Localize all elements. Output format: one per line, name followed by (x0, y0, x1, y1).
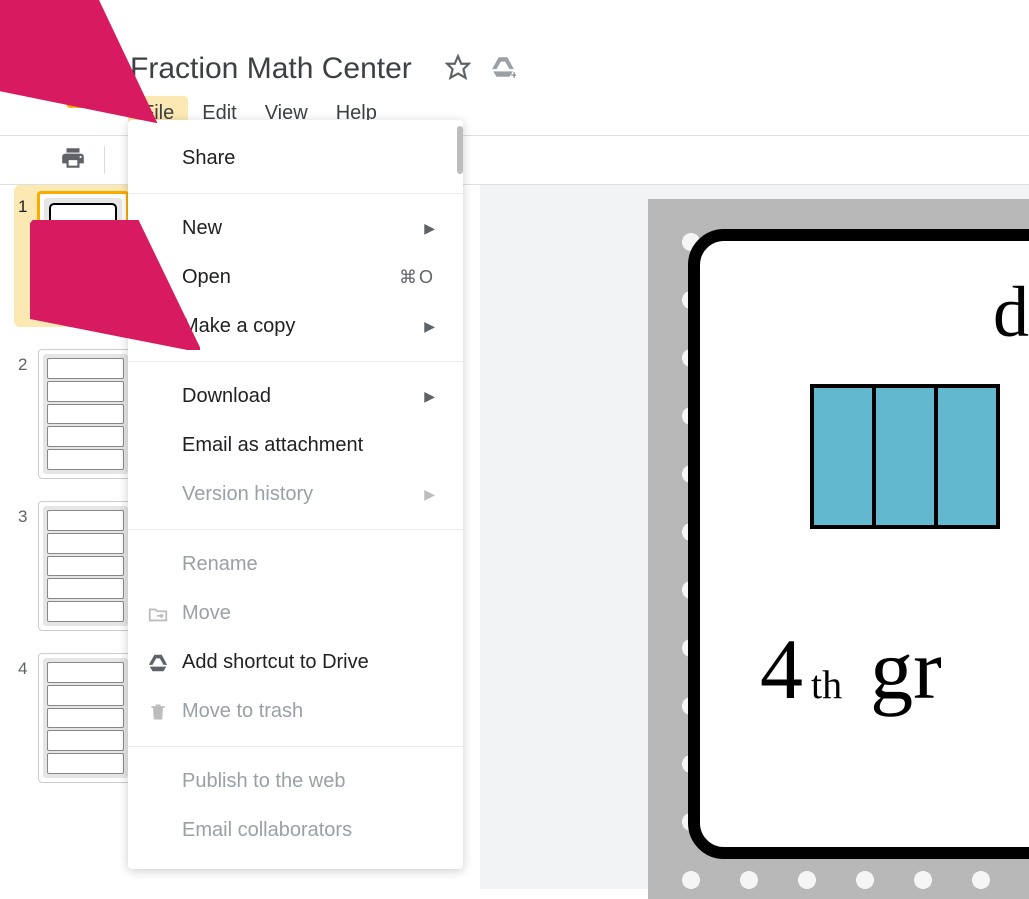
move-icon (146, 602, 170, 626)
submenu-arrow-icon: ▶ (424, 388, 435, 405)
thumbnail-preview (38, 501, 133, 631)
grade-sup: th (811, 661, 842, 708)
thumbnail-4[interactable]: 4 (18, 653, 133, 783)
menu-move-to-trash: Move to trash (128, 687, 463, 736)
fraction-cell (814, 388, 876, 525)
menu-rename: Rename (128, 540, 463, 589)
menu-separator (128, 746, 463, 747)
slide-title-text: digita (820, 271, 1029, 354)
grade-num: 4 (760, 619, 803, 719)
thumbnail-3[interactable]: 3 (18, 501, 133, 631)
toolbar-divider (104, 146, 105, 174)
menu-share[interactable]: Share (128, 134, 463, 183)
menu-label: Download (182, 385, 271, 408)
drive-icon (146, 651, 170, 675)
submenu-arrow-icon: ▶ (424, 486, 435, 503)
fraction-cell (938, 388, 996, 525)
menu-label: Move to trash (182, 700, 303, 723)
slide-card: digita 4th gr (688, 229, 1029, 859)
menu-label: Add shortcut to Drive (182, 651, 369, 674)
menu-separator (128, 193, 463, 194)
header: Fraction Math Center + File Edit View He… (50, 40, 1029, 120)
thumbnail-2[interactable]: 2 (18, 349, 133, 479)
menu-separator (128, 529, 463, 530)
submenu-arrow-icon: ▶ (424, 318, 435, 335)
menu-email-attachment[interactable]: Email as attachment (128, 421, 463, 470)
svg-text:+: + (511, 68, 516, 80)
thumbnail-number: 4 (18, 653, 38, 783)
slide-canvas[interactable]: digita 4th gr (480, 185, 1029, 889)
grade-rest: gr (870, 619, 942, 719)
thumbnail-preview (38, 653, 133, 783)
fraction-cell (876, 388, 938, 525)
menu-label: Email collaborators (182, 819, 352, 842)
menu-shortcut: ⌘O (399, 267, 435, 288)
menu-version-history: Version history ▶ (128, 470, 463, 519)
document-title[interactable]: Fraction Math Center (130, 52, 412, 86)
menu-label: Version history (182, 483, 313, 506)
menu-publish-web: Publish to the web (128, 757, 463, 806)
menu-download[interactable]: Download ▶ (128, 372, 463, 421)
menu-label: Email as attachment (182, 434, 363, 457)
menu-add-shortcut-drive[interactable]: Add shortcut to Drive (128, 638, 463, 687)
thumbnail-preview (38, 349, 133, 479)
thumbnail-number: 2 (18, 349, 38, 479)
thumbnail-number: 3 (18, 501, 38, 631)
menu-label: Move (182, 602, 231, 625)
menu-label: Publish to the web (182, 770, 345, 793)
menu-separator (128, 361, 463, 362)
slide-content[interactable]: digita 4th gr (648, 199, 1029, 899)
fraction-diagram (810, 384, 1000, 529)
star-icon[interactable] (445, 54, 471, 85)
print-icon[interactable] (60, 145, 86, 176)
menu-label: Rename (182, 553, 258, 576)
annotation-arrow-make-copy (30, 220, 200, 355)
trash-icon (146, 700, 170, 724)
menu-email-collaborators: Email collaborators (128, 806, 463, 855)
menu-label: Share (182, 147, 235, 170)
submenu-arrow-icon: ▶ (424, 220, 435, 237)
drive-status-icon[interactable]: + (490, 54, 516, 85)
menu-move: Move (128, 589, 463, 638)
annotation-arrow-file (0, 0, 165, 130)
slide-grade-text: 4th gr (760, 619, 1029, 719)
